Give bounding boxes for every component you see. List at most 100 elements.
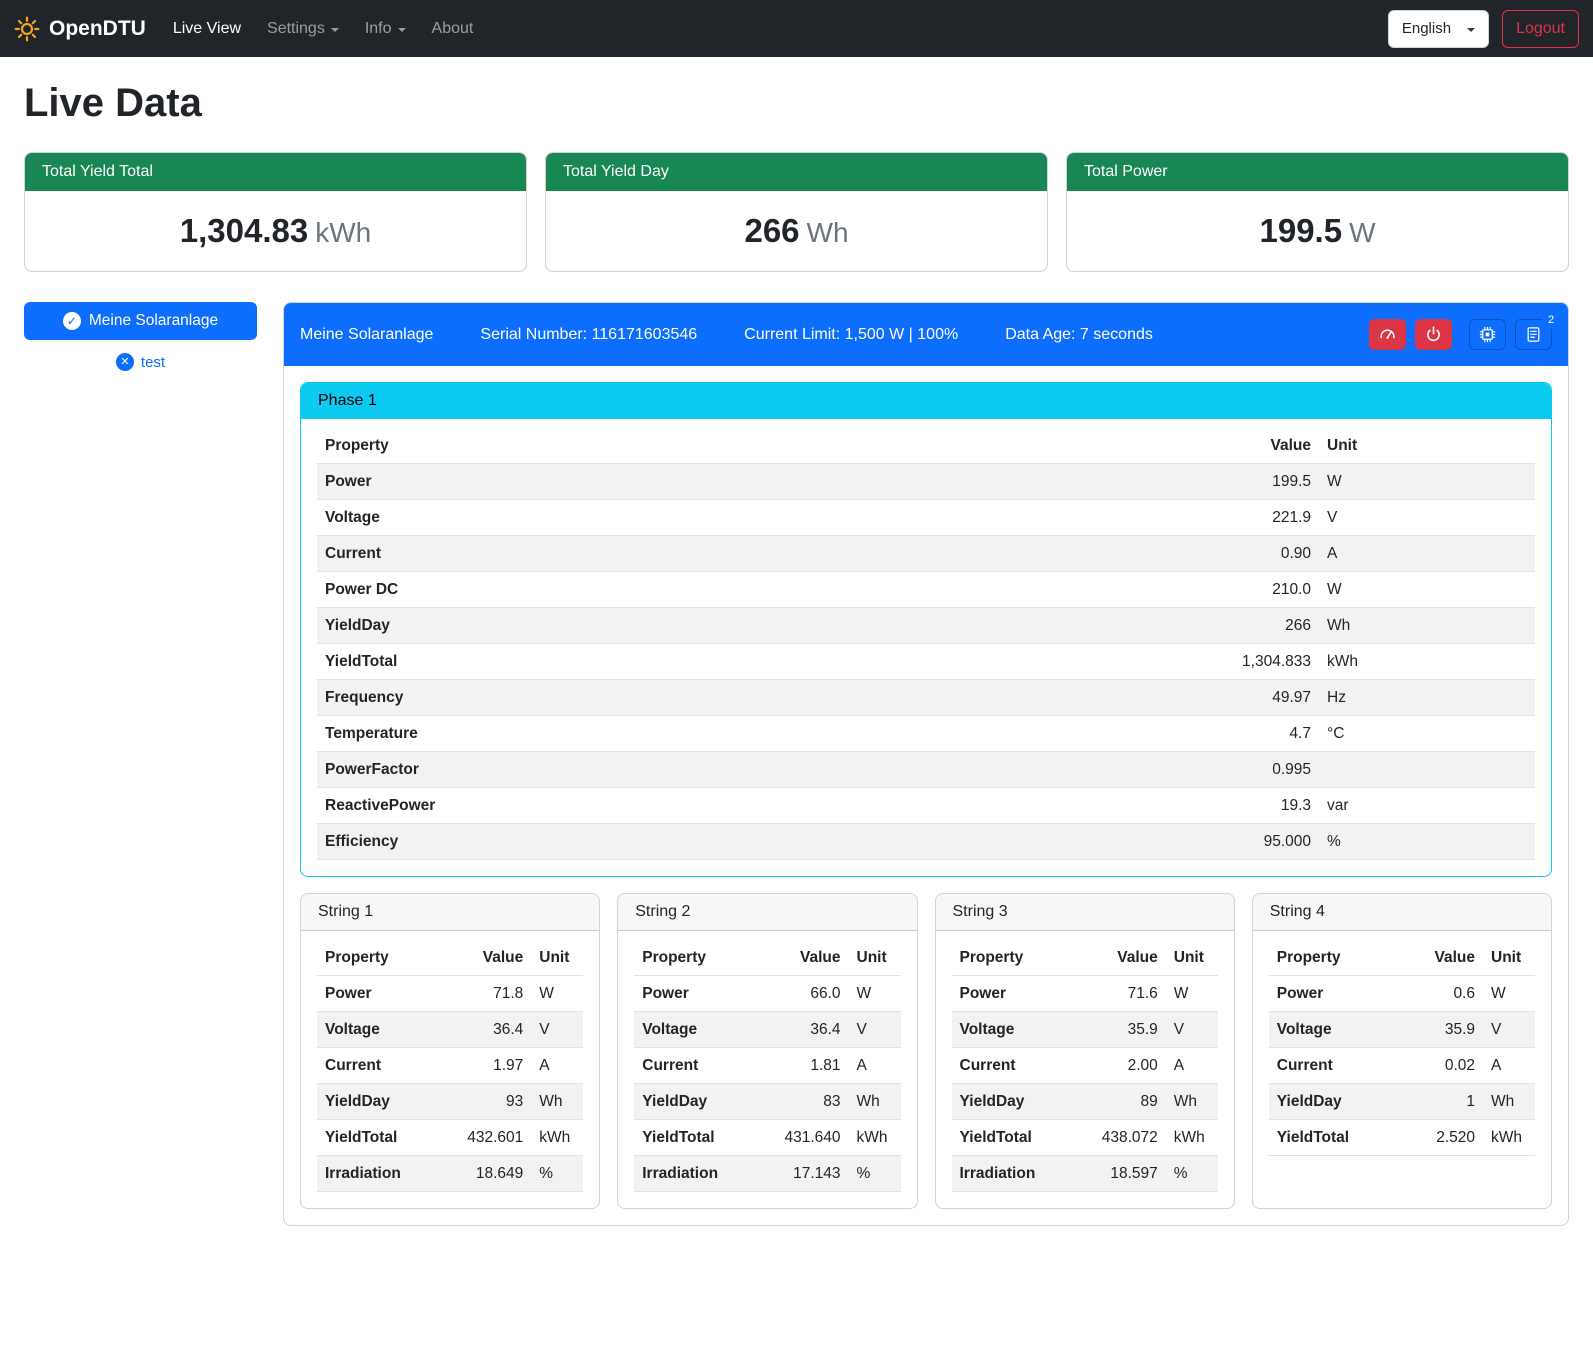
brand[interactable]: OpenDTU <box>14 16 146 42</box>
value-cell: 1.97 <box>457 1048 531 1084</box>
value-cell: 1,304.833 <box>1199 644 1319 680</box>
table-header-row: Property Value Unit <box>1269 940 1535 976</box>
value-cell: 2.520 <box>1409 1120 1483 1156</box>
table-row: Power71.6W <box>952 976 1218 1012</box>
table-row: YieldTotal438.072kWh <box>952 1120 1218 1156</box>
property-cell: YieldTotal <box>317 644 1199 680</box>
property-cell: Voltage <box>952 1012 1092 1048</box>
value-cell: 83 <box>775 1084 849 1120</box>
unit-cell: Wh <box>849 1084 901 1120</box>
chevron-down-icon <box>398 28 406 32</box>
page-container: Live Data Total Yield Total 1,304.83kWh … <box>0 57 1593 1252</box>
unit-cell: kWh <box>1483 1120 1535 1156</box>
unit-cell: °C <box>1319 716 1535 752</box>
brand-label: OpenDTU <box>49 17 146 41</box>
value-cell: 210.0 <box>1199 572 1319 608</box>
column-header-property: Property <box>317 940 457 976</box>
table-row: YieldTotal1,304.833kWh <box>317 644 1535 680</box>
table-row: Current2.00A <box>952 1048 1218 1084</box>
string-table: Property Value Unit Power71.6WVoltage35.… <box>952 940 1218 1192</box>
string-table: Property Value Unit Power66.0WVoltage36.… <box>634 940 900 1192</box>
summary-card-title: Total Power <box>1067 153 1568 191</box>
phase-card: Phase 1 Property Value Unit Power199.5WV… <box>300 382 1552 877</box>
unit-cell: % <box>849 1156 901 1192</box>
string-card-body: Property Value Unit Power71.8WVoltage36.… <box>301 931 599 1208</box>
table-row: YieldDay89Wh <box>952 1084 1218 1120</box>
unit-cell: Wh <box>531 1084 583 1120</box>
unit-cell: V <box>1483 1012 1535 1048</box>
string-table: Property Value Unit Power0.6WVoltage35.9… <box>1269 940 1535 1156</box>
nav-item-about[interactable]: About <box>419 12 487 46</box>
string-card-body: Property Value Unit Power66.0WVoltage36.… <box>618 931 916 1208</box>
unit-cell: % <box>1166 1156 1218 1192</box>
property-cell: Current <box>317 536 1199 572</box>
sidebar-item-label: test <box>141 354 165 371</box>
property-cell: Current <box>1269 1048 1409 1084</box>
summary-value: 199.5 <box>1259 212 1342 249</box>
unit-cell: Wh <box>1166 1084 1218 1120</box>
power-button[interactable] <box>1415 319 1452 350</box>
language-select[interactable]: English <box>1388 10 1489 48</box>
top-navbar: OpenDTU Live View Settings Info About En… <box>0 0 1593 57</box>
nav-item-settings[interactable]: Settings <box>254 12 352 46</box>
property-cell: Power <box>952 976 1092 1012</box>
unit-cell: A <box>1483 1048 1535 1084</box>
nav-item-info[interactable]: Info <box>352 12 419 46</box>
inverter-panel: Meine Solaranlage Serial Number: 1161716… <box>283 302 1569 1226</box>
property-cell: Voltage <box>634 1012 774 1048</box>
table-row: Power66.0W <box>634 976 900 1012</box>
event-log-button[interactable]: 2 <box>1515 319 1552 350</box>
value-cell: 93 <box>457 1084 531 1120</box>
value-cell: 431.640 <box>775 1120 849 1156</box>
unit-cell: W <box>531 976 583 1012</box>
property-cell: YieldTotal <box>317 1120 457 1156</box>
cpu-icon <box>1479 326 1496 343</box>
gauge-icon <box>1379 326 1396 343</box>
value-cell: 35.9 <box>1092 1012 1166 1048</box>
language-select-value: English <box>1402 20 1451 37</box>
sidebar-item-meine-solaranlage[interactable]: ✓ Meine Solaranlage <box>24 302 257 340</box>
property-cell: Irradiation <box>634 1156 774 1192</box>
column-header-property: Property <box>634 940 774 976</box>
journal-icon <box>1525 326 1542 343</box>
inverter-panel-body: Phase 1 Property Value Unit Power199.5WV… <box>284 366 1568 1225</box>
string-card-2: String 2 Property Value Unit <box>617 893 917 1209</box>
table-row: YieldDay83Wh <box>634 1084 900 1120</box>
property-cell: Power DC <box>317 572 1199 608</box>
table-row: YieldTotal2.520kWh <box>1269 1120 1535 1156</box>
inverter-data-age: Data Age: 7 seconds <box>1005 326 1153 344</box>
property-cell: Power <box>317 464 1199 500</box>
nav-item-live-view[interactable]: Live View <box>160 12 254 46</box>
property-cell: YieldTotal <box>952 1120 1092 1156</box>
value-cell: 17.143 <box>775 1156 849 1192</box>
value-cell: 0.02 <box>1409 1048 1483 1084</box>
inverter-serial: Serial Number: 116171603546 <box>480 326 697 344</box>
table-header-row: Property Value Unit <box>634 940 900 976</box>
table-row: YieldTotal431.640kWh <box>634 1120 900 1156</box>
chevron-down-icon <box>331 28 339 32</box>
value-cell: 18.649 <box>457 1156 531 1192</box>
summary-value: 266 <box>744 212 799 249</box>
table-row: Voltage35.9V <box>1269 1012 1535 1048</box>
phase-card-title: Phase 1 <box>301 383 1551 419</box>
string-card-title: String 3 <box>936 894 1234 931</box>
column-header-unit: Unit <box>531 940 583 976</box>
table-header-row: Property Value Unit <box>317 940 583 976</box>
inverter-actions: 2 <box>1369 319 1552 350</box>
value-cell: 266 <box>1199 608 1319 644</box>
value-cell: 36.4 <box>775 1012 849 1048</box>
string-card-3: String 3 Property Value Unit <box>935 893 1235 1209</box>
sidebar-item-test[interactable]: ✕ test <box>24 353 257 371</box>
limit-settings-button[interactable] <box>1369 319 1406 350</box>
property-cell: Current <box>317 1048 457 1084</box>
inverter-sidebar: ✓ Meine Solaranlage ✕ test <box>24 302 257 371</box>
device-info-button[interactable] <box>1469 319 1506 350</box>
property-cell: Voltage <box>317 1012 457 1048</box>
value-cell: 199.5 <box>1199 464 1319 500</box>
summary-card-title: Total Yield Day <box>546 153 1047 191</box>
column-header-value: Value <box>1199 428 1319 464</box>
property-cell: PowerFactor <box>317 752 1199 788</box>
unit-cell: V <box>849 1012 901 1048</box>
string-card-title: String 2 <box>618 894 916 931</box>
logout-button[interactable]: Logout <box>1502 10 1579 48</box>
